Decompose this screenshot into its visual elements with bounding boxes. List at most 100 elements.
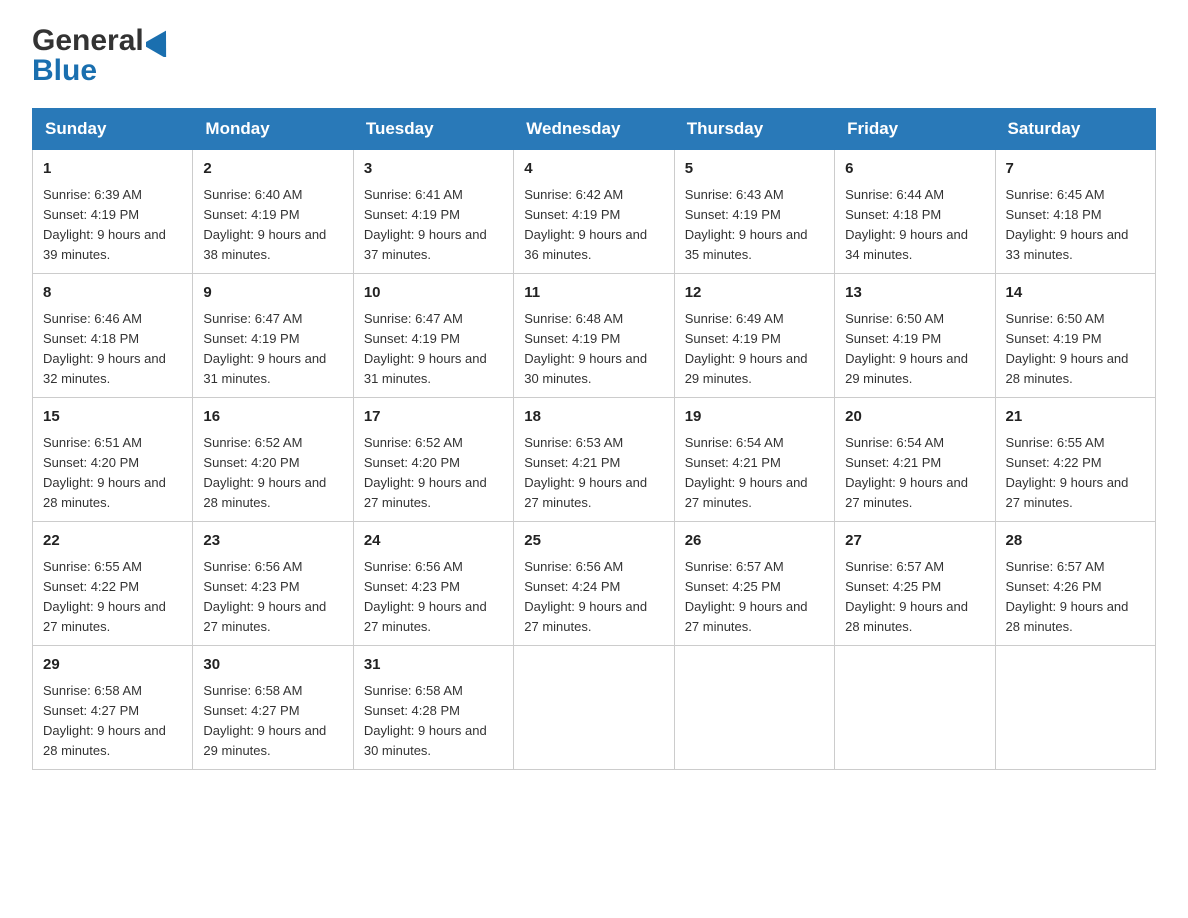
day-number: 9 <box>203 282 342 305</box>
empty-day-cell <box>995 646 1155 770</box>
day-info: Sunrise: 6:57 AMSunset: 4:25 PMDaylight:… <box>685 557 824 638</box>
day-number: 12 <box>685 282 824 305</box>
day-number: 6 <box>845 158 984 181</box>
calendar-week-row: 8 Sunrise: 6:46 AMSunset: 4:18 PMDaylight… <box>33 274 1156 398</box>
calendar-day-cell: 5Sunrise: 6:43 AMSunset: 4:19 PMDaylight… <box>674 150 834 274</box>
calendar-week-row: 29 Sunrise: 6:58 AMSunset: 4:27 PMDayligh… <box>33 646 1156 770</box>
calendar-day-cell: 27 Sunrise: 6:57 AMSunset: 4:25 PMDayligh… <box>835 522 995 646</box>
day-number: 19 <box>685 406 824 429</box>
day-number: 20 <box>845 406 984 429</box>
calendar-day-cell: 24 Sunrise: 6:56 AMSunset: 4:23 PMDayligh… <box>353 522 513 646</box>
calendar-day-cell: 26 Sunrise: 6:57 AMSunset: 4:25 PMDayligh… <box>674 522 834 646</box>
day-info: Sunrise: 6:58 AMSunset: 4:27 PMDaylight:… <box>203 681 342 762</box>
calendar-day-cell: 25Sunrise: 6:56 AMSunset: 4:24 PMDayligh… <box>514 522 674 646</box>
day-number: 29 <box>43 654 182 677</box>
day-number: 16 <box>203 406 342 429</box>
day-info: Sunrise: 6:50 AMSunset: 4:19 PMDaylight:… <box>845 309 984 390</box>
calendar-day-cell: 2 Sunrise: 6:40 AMSunset: 4:19 PMDaylight… <box>193 150 353 274</box>
calendar-day-cell: 20 Sunrise: 6:54 AMSunset: 4:21 PMDayligh… <box>835 398 995 522</box>
logo-blue: Blue <box>32 54 97 88</box>
day-info: Sunrise: 6:49 AMSunset: 4:19 PMDaylight:… <box>685 309 824 390</box>
weekday-header-sunday: Sunday <box>33 109 193 150</box>
calendar-day-cell: 17 Sunrise: 6:52 AMSunset: 4:20 PMDayligh… <box>353 398 513 522</box>
calendar-day-cell: 4 Sunrise: 6:42 AMSunset: 4:19 PMDaylight… <box>514 150 674 274</box>
day-info: Sunrise: 6:52 AMSunset: 4:20 PMDaylight:… <box>203 433 342 514</box>
day-info: Sunrise: 6:54 AMSunset: 4:21 PMDaylight:… <box>845 433 984 514</box>
calendar-day-cell: 15Sunrise: 6:51 AMSunset: 4:20 PMDayligh… <box>33 398 193 522</box>
day-info: Sunrise: 6:56 AMSunset: 4:23 PMDaylight:… <box>364 557 503 638</box>
logo: General Blue <box>32 24 174 88</box>
day-info: Sunrise: 6:39 AMSunset: 4:19 PMDaylight:… <box>43 185 182 266</box>
day-number: 21 <box>1006 406 1145 429</box>
calendar-day-cell: 3 Sunrise: 6:41 AMSunset: 4:19 PMDaylight… <box>353 150 513 274</box>
calendar-day-cell: 16 Sunrise: 6:52 AMSunset: 4:20 PMDayligh… <box>193 398 353 522</box>
day-info: Sunrise: 6:53 AMSunset: 4:21 PMDaylight:… <box>524 433 663 514</box>
day-info: Sunrise: 6:56 AMSunset: 4:23 PMDaylight:… <box>203 557 342 638</box>
calendar-day-cell: 31 Sunrise: 6:58 AMSunset: 4:28 PMDayligh… <box>353 646 513 770</box>
day-number: 14 <box>1006 282 1145 305</box>
day-info: Sunrise: 6:50 AMSunset: 4:19 PMDaylight:… <box>1006 309 1145 390</box>
day-number: 4 <box>524 158 663 181</box>
day-number: 25 <box>524 530 663 553</box>
empty-day-cell <box>674 646 834 770</box>
day-number: 28 <box>1006 530 1145 553</box>
day-info: Sunrise: 6:52 AMSunset: 4:20 PMDaylight:… <box>364 433 503 514</box>
empty-day-cell <box>835 646 995 770</box>
day-info: Sunrise: 6:43 AMSunset: 4:19 PMDaylight:… <box>685 185 824 266</box>
day-info: Sunrise: 6:47 AMSunset: 4:19 PMDaylight:… <box>203 309 342 390</box>
day-number: 22 <box>43 530 182 553</box>
calendar-day-cell: 30 Sunrise: 6:58 AMSunset: 4:27 PMDayligh… <box>193 646 353 770</box>
weekday-header-tuesday: Tuesday <box>353 109 513 150</box>
weekday-header-wednesday: Wednesday <box>514 109 674 150</box>
day-info: Sunrise: 6:41 AMSunset: 4:19 PMDaylight:… <box>364 185 503 266</box>
day-info: Sunrise: 6:42 AMSunset: 4:19 PMDaylight:… <box>524 185 663 266</box>
calendar-day-cell: 12 Sunrise: 6:49 AMSunset: 4:19 PMDayligh… <box>674 274 834 398</box>
day-number: 23 <box>203 530 342 553</box>
day-info: Sunrise: 6:57 AMSunset: 4:26 PMDaylight:… <box>1006 557 1145 638</box>
calendar-day-cell: 7Sunrise: 6:45 AMSunset: 4:18 PMDaylight… <box>995 150 1155 274</box>
logo-arrow-icon <box>146 25 174 57</box>
day-info: Sunrise: 6:55 AMSunset: 4:22 PMDaylight:… <box>43 557 182 638</box>
day-number: 31 <box>364 654 503 677</box>
day-number: 15 <box>43 406 182 429</box>
day-number: 10 <box>364 282 503 305</box>
calendar-day-cell: 11Sunrise: 6:48 AMSunset: 4:19 PMDayligh… <box>514 274 674 398</box>
day-info: Sunrise: 6:40 AMSunset: 4:19 PMDaylight:… <box>203 185 342 266</box>
day-number: 17 <box>364 406 503 429</box>
calendar-day-cell: 6 Sunrise: 6:44 AMSunset: 4:18 PMDaylight… <box>835 150 995 274</box>
day-info: Sunrise: 6:48 AMSunset: 4:19 PMDaylight:… <box>524 309 663 390</box>
calendar-day-cell: 19Sunrise: 6:54 AMSunset: 4:21 PMDayligh… <box>674 398 834 522</box>
day-info: Sunrise: 6:57 AMSunset: 4:25 PMDaylight:… <box>845 557 984 638</box>
calendar-day-cell: 21 Sunrise: 6:55 AMSunset: 4:22 PMDayligh… <box>995 398 1155 522</box>
calendar-week-row: 15Sunrise: 6:51 AMSunset: 4:20 PMDayligh… <box>33 398 1156 522</box>
calendar-week-row: 1 Sunrise: 6:39 AMSunset: 4:19 PMDaylight… <box>33 150 1156 274</box>
day-info: Sunrise: 6:45 AMSunset: 4:18 PMDaylight:… <box>1006 185 1145 266</box>
calendar-week-row: 22 Sunrise: 6:55 AMSunset: 4:22 PMDayligh… <box>33 522 1156 646</box>
day-number: 30 <box>203 654 342 677</box>
day-info: Sunrise: 6:46 AMSunset: 4:18 PMDaylight:… <box>43 309 182 390</box>
day-info: Sunrise: 6:58 AMSunset: 4:27 PMDaylight:… <box>43 681 182 762</box>
calendar-day-cell: 22 Sunrise: 6:55 AMSunset: 4:22 PMDayligh… <box>33 522 193 646</box>
day-number: 26 <box>685 530 824 553</box>
logo-general: General <box>32 24 144 58</box>
day-number: 3 <box>364 158 503 181</box>
weekday-header-monday: Monday <box>193 109 353 150</box>
calendar-day-cell: 8 Sunrise: 6:46 AMSunset: 4:18 PMDaylight… <box>33 274 193 398</box>
day-info: Sunrise: 6:44 AMSunset: 4:18 PMDaylight:… <box>845 185 984 266</box>
weekday-header-row: SundayMondayTuesdayWednesdayThursdayFrid… <box>33 109 1156 150</box>
weekday-header-friday: Friday <box>835 109 995 150</box>
day-number: 27 <box>845 530 984 553</box>
day-number: 24 <box>364 530 503 553</box>
day-number: 1 <box>43 158 182 181</box>
calendar-day-cell: 1 Sunrise: 6:39 AMSunset: 4:19 PMDaylight… <box>33 150 193 274</box>
day-info: Sunrise: 6:55 AMSunset: 4:22 PMDaylight:… <box>1006 433 1145 514</box>
day-number: 8 <box>43 282 182 305</box>
calendar-day-cell: 14 Sunrise: 6:50 AMSunset: 4:19 PMDayligh… <box>995 274 1155 398</box>
calendar-day-cell: 29 Sunrise: 6:58 AMSunset: 4:27 PMDayligh… <box>33 646 193 770</box>
calendar-day-cell: 23 Sunrise: 6:56 AMSunset: 4:23 PMDayligh… <box>193 522 353 646</box>
calendar-day-cell: 18Sunrise: 6:53 AMSunset: 4:21 PMDayligh… <box>514 398 674 522</box>
calendar-day-cell: 9 Sunrise: 6:47 AMSunset: 4:19 PMDaylight… <box>193 274 353 398</box>
day-number: 2 <box>203 158 342 181</box>
day-info: Sunrise: 6:58 AMSunset: 4:28 PMDaylight:… <box>364 681 503 762</box>
calendar-day-cell: 10Sunrise: 6:47 AMSunset: 4:19 PMDayligh… <box>353 274 513 398</box>
